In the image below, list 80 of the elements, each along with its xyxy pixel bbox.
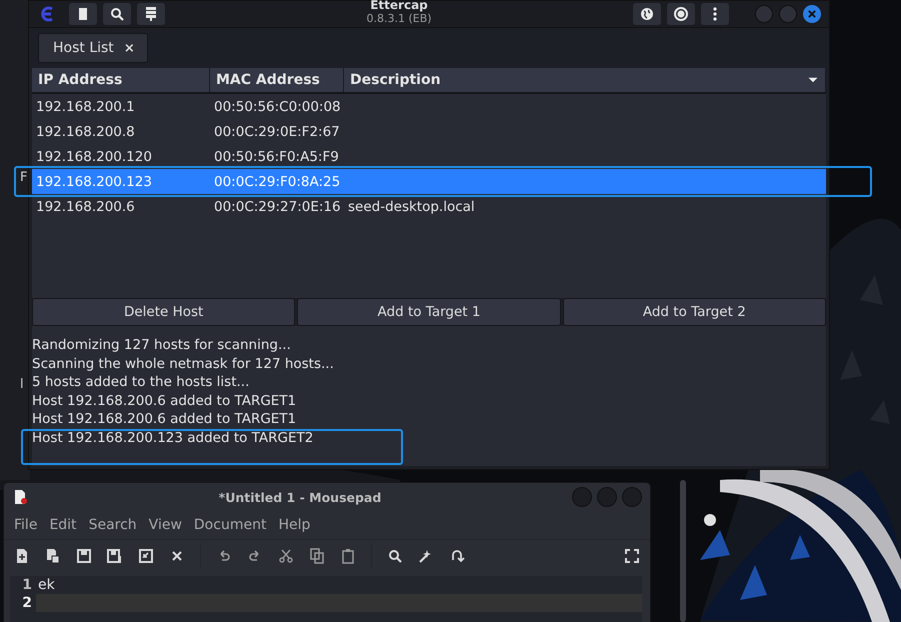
- toolbar-button[interactable]: [701, 3, 729, 25]
- window-title: Ettercap: [370, 0, 428, 10]
- table-cell-text: 00:50:56:F0:A5:F9: [213, 148, 340, 164]
- table-cell-text: 192.168.200.8: [35, 124, 136, 140]
- globe-icon: [639, 6, 655, 22]
- copy-icon: [309, 548, 325, 564]
- toolbar-button[interactable]: [278, 548, 294, 564]
- search-icon: [387, 548, 403, 564]
- logo-icon: [39, 6, 55, 22]
- line-text: ek: [37, 577, 55, 593]
- new-document-icon: [14, 548, 30, 564]
- version-label: 0.8.3.1 (EB): [366, 12, 432, 24]
- table-row[interactable]: 192.168.200.1 00:50:56:C0:00:08: [32, 94, 826, 119]
- table-cell-text: 192.168.200.123: [35, 174, 153, 190]
- action-button[interactable]: Add to Target 2: [562, 298, 826, 326]
- table-row[interactable]: 192.168.200.8 00:0C:29:0E:F2:67: [32, 119, 826, 144]
- background-text: F: [20, 170, 28, 185]
- toolbar-button[interactable]: [45, 548, 61, 564]
- log-line: Scanning the whole netmask for 127 hosts...: [32, 354, 335, 374]
- table-cell-text: 192.168.200.6: [35, 198, 136, 214]
- toolbar-button[interactable]: [69, 3, 97, 25]
- toolbar-button[interactable]: [137, 3, 165, 25]
- search-icon: [109, 6, 125, 22]
- table-row[interactable]: 192.168.200.123 00:0C:29:F0:8A:25: [32, 169, 826, 194]
- menu-item[interactable]: Search: [82, 517, 143, 533]
- log-line: 5 hosts added to the hosts list...: [32, 373, 250, 392]
- table-cell-text: 00:0C:29:0E:F2:67: [213, 124, 341, 140]
- action-button[interactable]: Delete Host: [32, 298, 296, 326]
- action-button[interactable]: Add to Target 1: [297, 298, 561, 326]
- toolbar-button[interactable]: [138, 548, 154, 564]
- table-row[interactable]: 192.168.200.6 00:0C:29:27:0E:16 seed-desktop.local: [32, 194, 826, 219]
- menu-item[interactable]: View: [142, 517, 188, 533]
- background-text: l: [20, 377, 24, 392]
- document-icon: [12, 489, 28, 505]
- column-header[interactable]: Description: [344, 68, 826, 92]
- jump-icon: [449, 548, 465, 564]
- toolbar-button[interactable]: [107, 548, 123, 564]
- menu-item[interactable]: Document: [188, 517, 272, 533]
- column-header[interactable]: IP Address: [32, 68, 210, 92]
- table-cell-text: 00:0C:29:F0:8A:25: [213, 174, 342, 190]
- close-icon: [807, 9, 817, 19]
- table-cell-text: 192.168.200.1: [35, 98, 136, 114]
- window-title: *Untitled 1 - Mousepad: [218, 490, 382, 504]
- column-header[interactable]: MAC Address: [210, 68, 344, 92]
- log-line: Randomizing 127 hosts for scanning...: [32, 336, 292, 355]
- toolbar-button[interactable]: [14, 548, 30, 564]
- toolbar-button[interactable]: [387, 548, 403, 564]
- save-as-icon: [107, 548, 123, 564]
- line-number: 2: [10, 594, 36, 612]
- toolbar-button[interactable]: [340, 548, 356, 564]
- toolbar-button[interactable]: [633, 3, 661, 25]
- table-cell-text: 00:0C:29:27:0E:16: [213, 198, 342, 214]
- menu-item[interactable]: File: [8, 517, 44, 533]
- menu-item[interactable]: Edit: [43, 517, 83, 533]
- clipboard-icon: [340, 548, 356, 564]
- record-icon: [673, 6, 689, 22]
- tab[interactable]: Host List ×: [38, 33, 148, 63]
- toolbar-button[interactable]: [624, 548, 640, 564]
- new-window-icon: [45, 548, 61, 564]
- toolbar-button[interactable]: [76, 548, 92, 564]
- server-icon: [143, 6, 159, 22]
- tab-close[interactable]: ×: [124, 40, 135, 56]
- save-icon: [76, 548, 92, 564]
- table-cell-text: seed-desktop.local: [347, 198, 476, 214]
- log-line: Host 192.168.200.123 added to TARGET2: [32, 428, 314, 448]
- toolbar-button[interactable]: [309, 548, 325, 564]
- toolbar-button[interactable]: [449, 548, 465, 564]
- menu-item[interactable]: Help: [272, 517, 316, 533]
- table-cell-text: 00:50:56:C0:00:08: [213, 98, 342, 114]
- scissors-icon: [278, 548, 294, 564]
- reload-icon: [138, 548, 154, 564]
- table-cell-text: 192.168.200.120: [35, 148, 153, 164]
- toolbar-button[interactable]: [667, 3, 695, 25]
- log-line: Host 192.168.200.6 added to TARGET1: [32, 410, 298, 429]
- close-button[interactable]: [803, 5, 821, 23]
- toolbar-button[interactable]: [103, 3, 131, 25]
- table-row[interactable]: 192.168.200.120 00:50:56:F0:A5:F9: [32, 144, 826, 169]
- log-line: Host 192.168.200.6 added to TARGET1: [32, 392, 298, 410]
- text-editor[interactable]: 1 ek 2: [10, 576, 642, 622]
- fullscreen-icon: [624, 548, 640, 564]
